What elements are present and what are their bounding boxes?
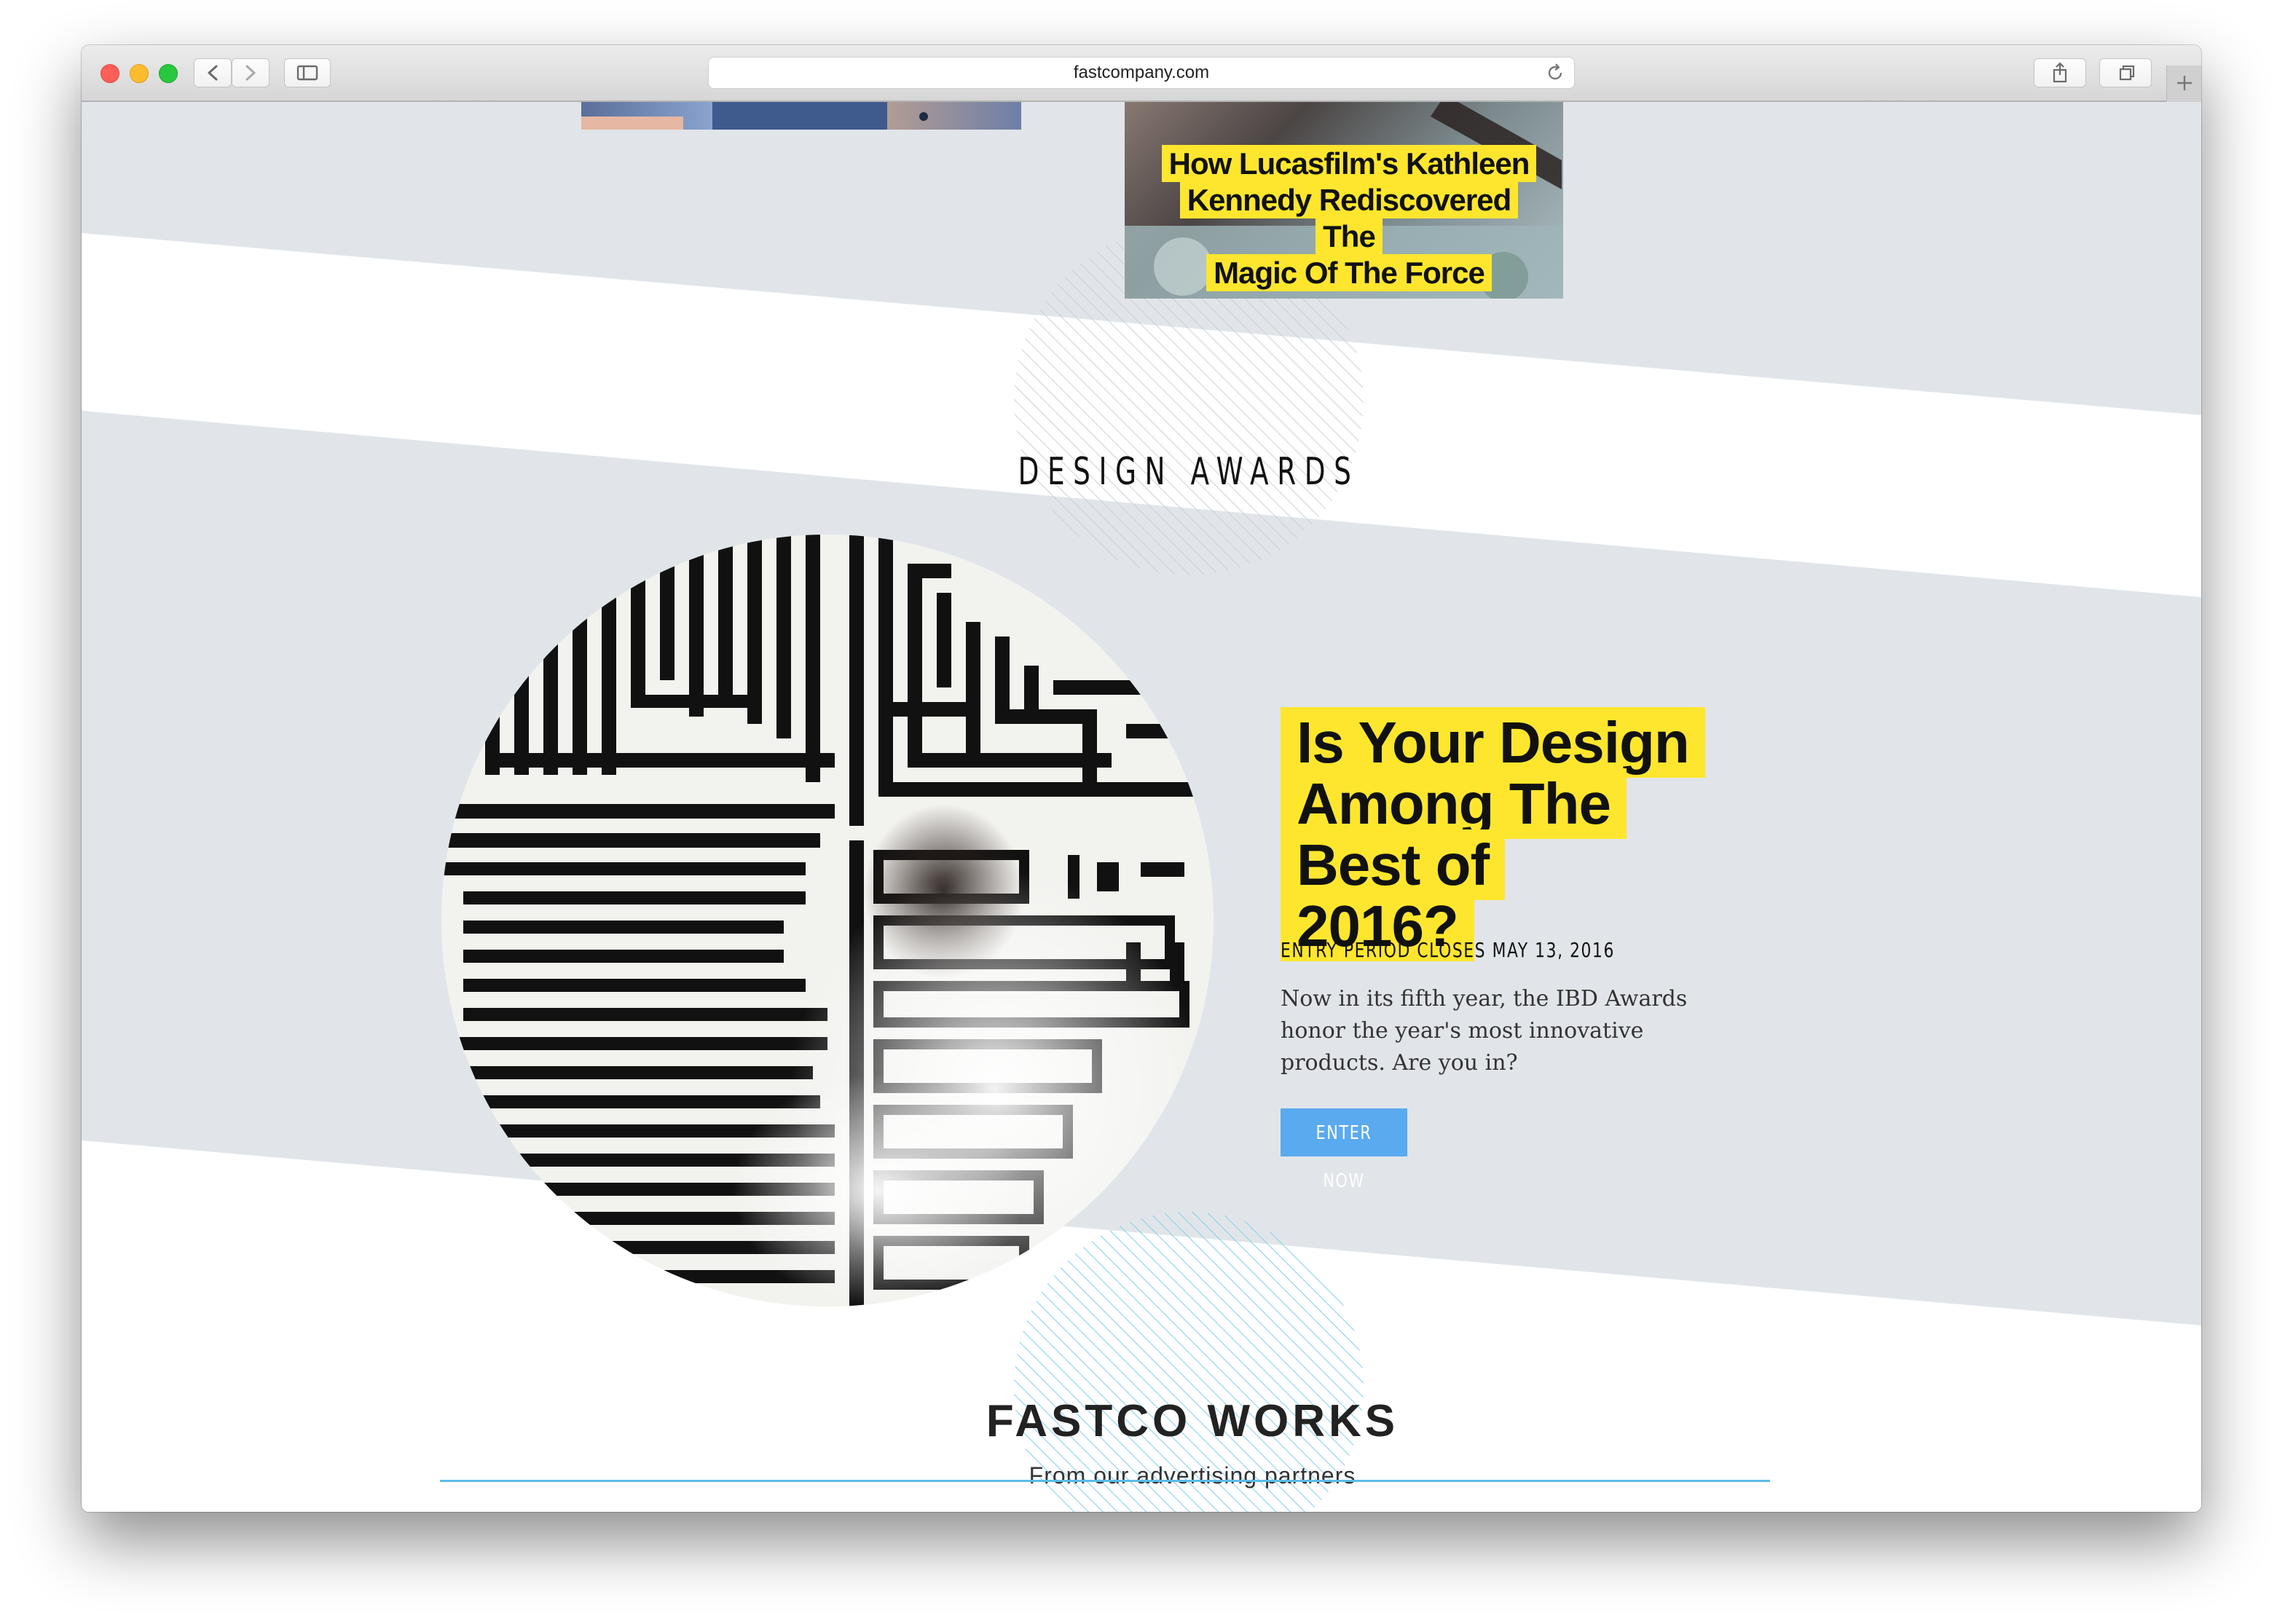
enter-now-label: ENTER NOW xyxy=(1316,1122,1372,1192)
tabs-icon xyxy=(2119,65,2135,81)
back-button[interactable] xyxy=(194,58,232,87)
story-photo-left xyxy=(581,102,928,130)
story-image-right[interactable]: How Lucasfilm's Kathleen Kennedy Redisco… xyxy=(1125,102,1563,299)
page-content: How Lucasfilm's Kathleen Kennedy Redisco… xyxy=(82,102,2201,1512)
forward-icon xyxy=(245,65,256,81)
browser-window: fastcompany.com How Lucasfilm's Kathleen… xyxy=(82,45,2201,1512)
fastco-works-subtitle: From our advertising partners xyxy=(1029,1462,1356,1489)
new-tab-button[interactable] xyxy=(2166,66,2201,102)
browser-toolbar: fastcompany.com xyxy=(82,45,2201,102)
minimize-dot-icon[interactable] xyxy=(130,64,149,83)
forward-button[interactable] xyxy=(232,58,270,87)
design-awards-feature-image[interactable] xyxy=(441,535,1214,1306)
story-headline-line: How Lucasfilm's Kathleen xyxy=(1161,145,1537,182)
graphic-maze-photo xyxy=(441,535,1214,1306)
back-icon xyxy=(208,65,218,81)
sidebar-button[interactable] xyxy=(284,58,331,87)
share-button[interactable] xyxy=(2034,58,2086,87)
url-text: fastcompany.com xyxy=(1073,63,1210,82)
section-divider xyxy=(440,1480,1770,1482)
tabs-overview-button[interactable] xyxy=(2099,58,2152,87)
headline-line: Among The Best of xyxy=(1281,768,1627,900)
fastco-works-title: FASTCO WORKS xyxy=(986,1396,1399,1446)
close-dot-icon[interactable] xyxy=(101,64,119,83)
sidebar-icon xyxy=(296,65,318,81)
address-bar[interactable]: fastcompany.com xyxy=(708,57,1575,89)
zoom-dot-icon[interactable] xyxy=(159,64,178,83)
share-icon xyxy=(2053,62,2067,83)
story-headline[interactable]: How Lucasfilm's Kathleen Kennedy Redisco… xyxy=(1160,145,1538,291)
entry-period-text: ENTRY PERIOD CLOSES MAY 13, 2016 xyxy=(1281,938,1615,962)
story-image-left[interactable] xyxy=(581,102,1021,130)
story-headline-line: Kennedy Rediscovered The xyxy=(1179,181,1519,255)
headline-line: Is Your Design xyxy=(1281,707,1705,778)
enter-now-button[interactable]: ENTER NOW xyxy=(1281,1108,1407,1192)
reload-icon[interactable] xyxy=(1545,62,1567,84)
section-title-design-awards: DESIGN AWARDS xyxy=(1018,450,1360,494)
new-tab-icon xyxy=(2177,76,2192,90)
design-awards-headline[interactable]: Is Your Design Among The Best of 2016? xyxy=(1281,707,1747,961)
design-awards-description: Now in its fifth year, the IBD Awards ho… xyxy=(1281,986,1688,1076)
story-headline-line: Magic Of The Force xyxy=(1206,254,1492,291)
